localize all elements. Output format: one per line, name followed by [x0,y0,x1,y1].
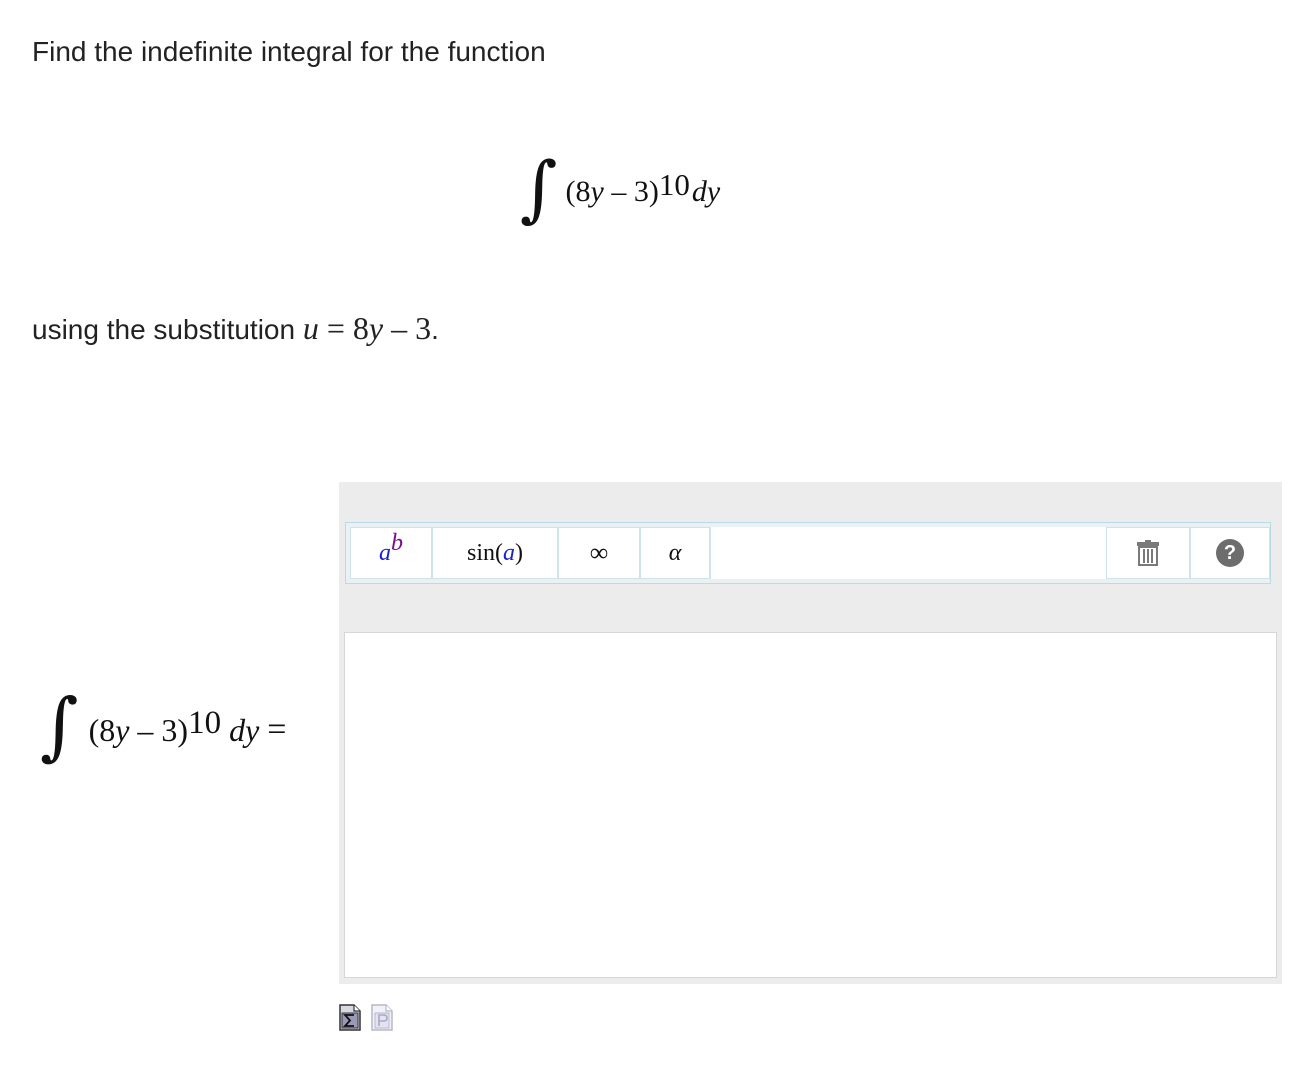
help-button[interactable]: ? [1190,527,1270,579]
integrand: (8y – 3)10 [565,167,690,208]
alpha-button[interactable]: α [640,527,710,579]
question-prompt: Find the indefinite integral for the fun… [32,36,546,67]
sin-button[interactable]: sin (a) [432,527,558,579]
exponent: 10 [188,704,222,741]
power-button[interactable]: ab [350,527,432,579]
math-editor: ab sin (a) ∞ α ? [339,482,1282,984]
integrand: (8y – 3)10 dy [88,704,260,748]
sigma-doc-icon[interactable] [339,1001,361,1031]
differential: dy [691,175,721,208]
display-integral: ∫ (8y – 3)10 dy [520,142,720,242]
infinity-button[interactable]: ∞ [558,527,640,579]
integral-sign: ∫ [40,683,79,769]
p-doc-icon[interactable] [371,1001,393,1031]
answer-input[interactable] [344,632,1277,978]
substitution-text: using the substitution u = 8y – 3. [32,310,439,346]
clear-button[interactable] [1106,527,1190,579]
equals-sign: = [267,711,287,748]
editor-toolbar: ab sin (a) ∞ α ? [345,522,1271,584]
integral-sign: ∫ [520,146,558,230]
help-icon: ? [1216,539,1244,567]
answer-integral-label: ∫ (8y – 3)10 dy = [40,680,286,780]
trash-icon [1137,540,1159,566]
exponent: 10 [658,167,690,202]
toolbar-spacer [710,527,1106,579]
